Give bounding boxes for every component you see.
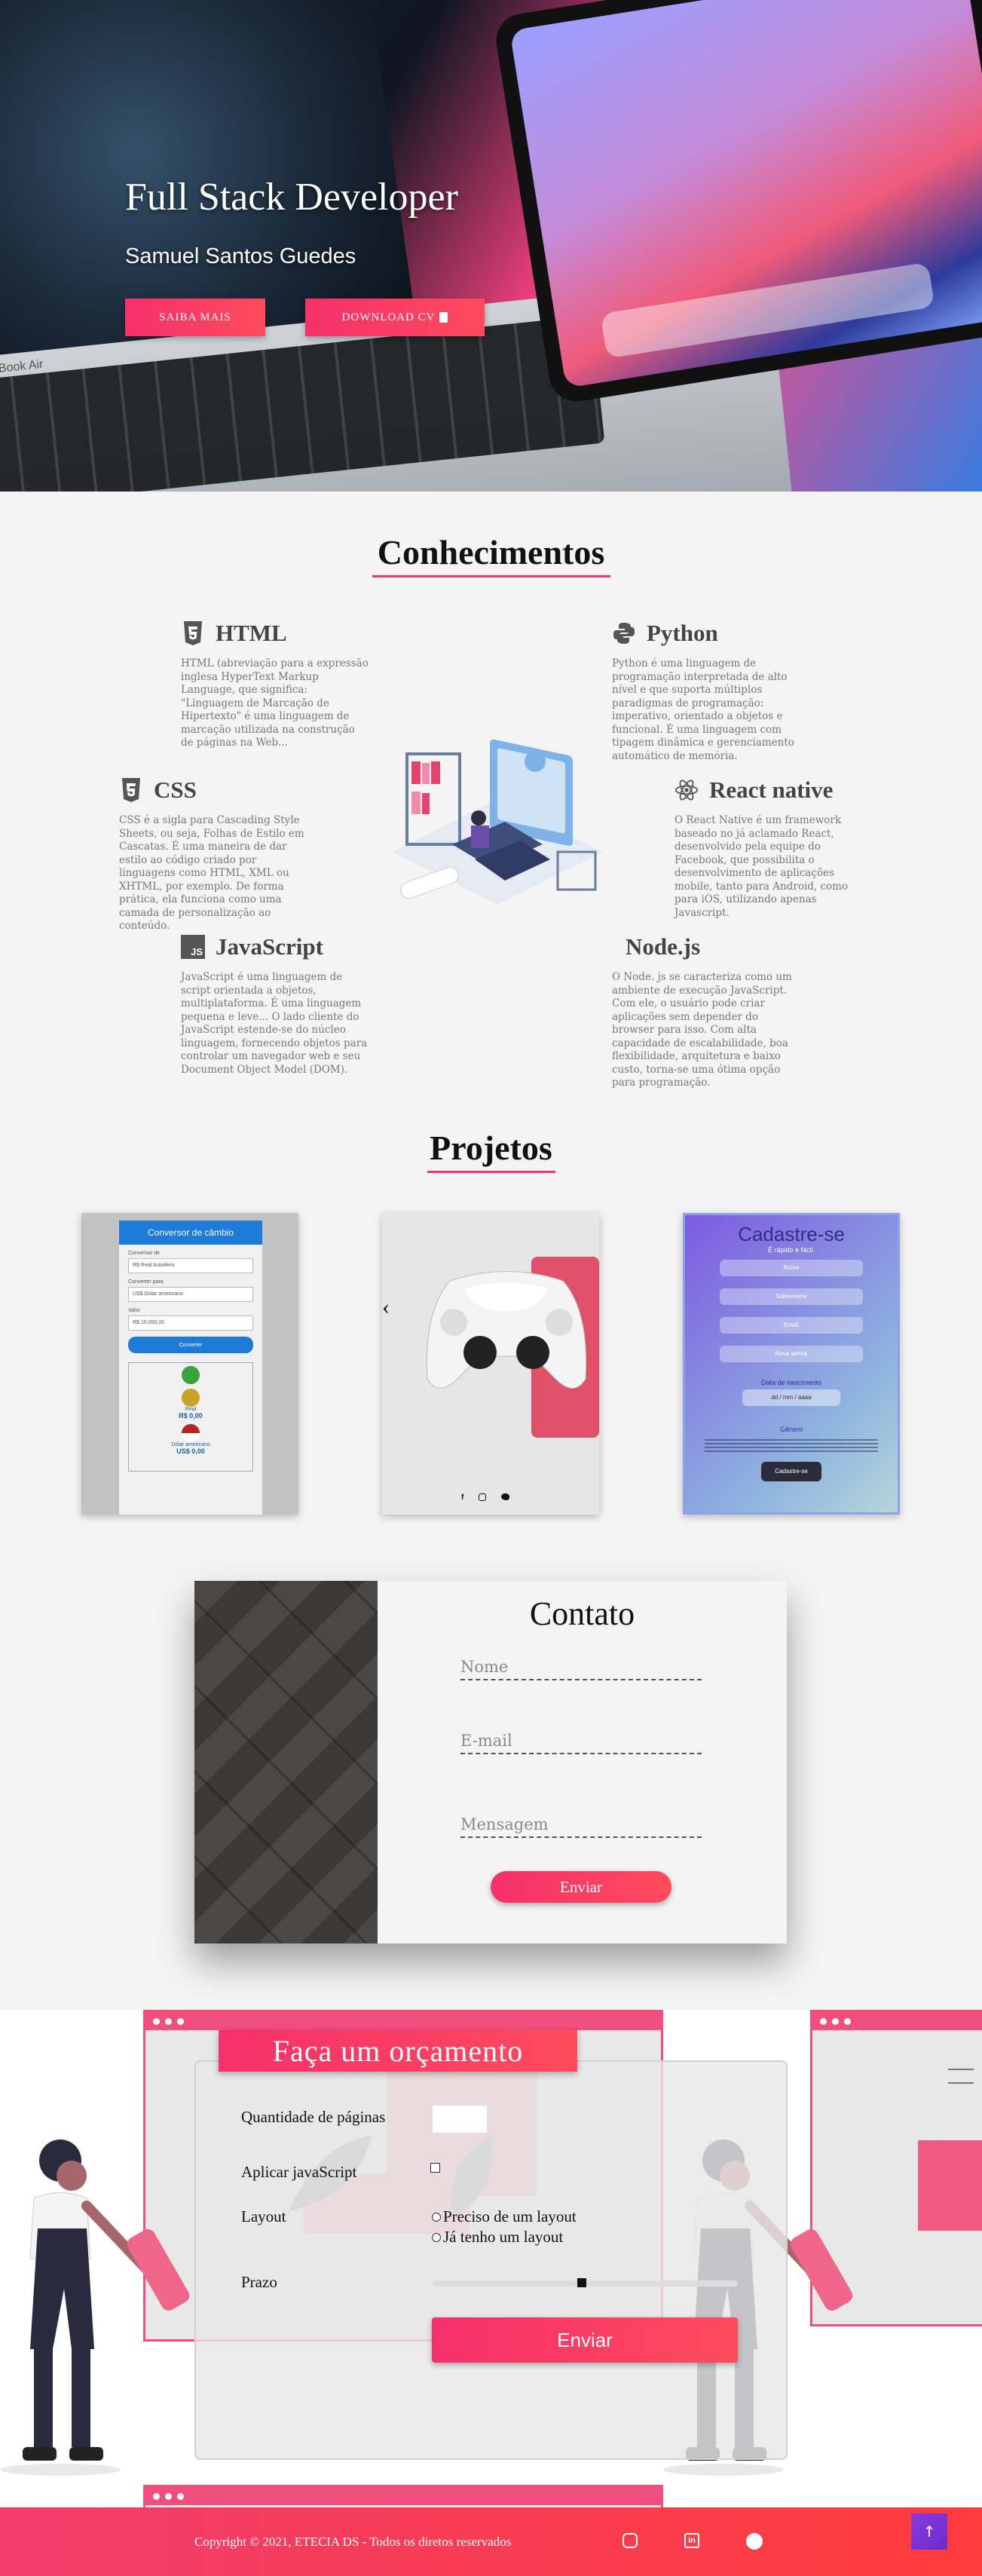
carousel-prev-icon[interactable]: ‹ [382,1294,390,1320]
woman-painting-illustration [0,2140,190,2476]
twitter-icon[interactable] [501,1493,510,1500]
css3-icon [119,778,143,802]
signup-email-input[interactable]: Email [720,1317,863,1334]
budget-send-button[interactable]: Enviar [432,2317,738,2363]
currency-from-amount: R$ 0,00 [179,1412,203,1420]
javascript-icon: JS [181,935,205,959]
signup-name-input[interactable]: Nome [720,1260,863,1276]
contact-message-textarea[interactable]: Mensagem [460,1815,702,1838]
signup-subtitle: É rápido e fácil. [767,1246,815,1254]
currency-to-amount: US$ 0,00 [176,1447,205,1455]
back-to-top-button[interactable]: ↑ [911,2513,947,2550]
signup-birth-input[interactable]: dd / mm / aaaa [742,1389,840,1406]
currency-label-to: Converter para [128,1279,164,1285]
skill-python: Python Python é uma linguagem de program… [612,620,800,763]
saiba-mais-button[interactable]: SAIBA MAIS [125,299,265,336]
skills-title: Conhecimentos [0,532,982,577]
signup-title: Cadastre-se [738,1223,845,1245]
instagram-icon[interactable] [479,1493,487,1501]
skill-nodejs-text: O Node. js se caracteriza como um ambien… [612,971,792,1089]
deadline-label: Prazo [241,2273,277,2291]
deadline-slider-thumb[interactable] [577,2278,587,2287]
facebook-icon[interactable]: f [461,1493,463,1502]
skill-javascript-text: JavaScript é uma linguagem de script ori… [181,971,368,1076]
currency-label-from: Conversor de [128,1251,161,1256]
currency-from-select[interactable]: R$ Real brasileiro [128,1258,253,1273]
game-controller-image [426,1271,587,1389]
skill-nodejs: Node.js O Node. js se caracteriza como u… [612,933,800,1090]
usa-flag-icon [182,1424,200,1442]
hero-title: Full Stack Developer [125,176,458,219]
contact-send-button[interactable]: Enviar [491,1871,671,1903]
file-icon [439,312,448,323]
currency-convert-button[interactable]: Converter [128,1337,253,1353]
layout-option-need[interactable]: Preciso de um layout [432,2207,577,2226]
react-icon [675,778,699,802]
skill-python-text: Python é uma linguagem de programação in… [612,657,794,762]
skill-react-native: React native O React Native é um framewo… [675,776,863,920]
project-card-signup[interactable]: Cadastre-se É rápido e fácil. Nome Sobre… [683,1213,900,1515]
signup-submit-button[interactable]: Cadastre-se [761,1462,821,1481]
linkedin-icon[interactable]: in [684,2533,699,2548]
envelopes-image [194,1581,378,1943]
github-icon[interactable] [746,2533,763,2550]
contact-email-input[interactable]: E-mail [460,1732,702,1754]
signup-gender-label: Gênero [779,1426,803,1433]
project-card-controller[interactable]: ‹ f [382,1213,599,1515]
layout-label: Layout [241,2207,286,2225]
tablet-image [492,0,982,406]
signup-birth-label: Data de nascimento [760,1379,822,1386]
currency-to-name: Dólar americano [171,1442,210,1447]
currency-to-select[interactable]: US$ Dólar americano [128,1287,253,1302]
hero-subtitle: Samuel Santos Guedes [125,244,356,268]
hero-section: MacBook Air Full Stack Developer Samuel … [0,0,982,492]
skill-react-text: O React Native é um framework baseado no… [675,814,849,919]
projects-title: Projetos [0,1128,982,1173]
project-card-currency[interactable]: Conversor de câmbio Conversor de R$ Real… [81,1213,298,1515]
skill-html-text: HTML (abreviação para a expressão ingles… [181,657,369,749]
deadline-slider[interactable] [432,2278,738,2287]
currency-from-name: Real [185,1407,197,1412]
download-cv-button[interactable]: DOWNLOAD CV [305,299,485,336]
layout-radio-need[interactable] [432,2212,441,2222]
contact-title: Contato [529,1595,635,1632]
javascript-label: Aplicar javaScript [241,2163,357,2181]
layout-radio-have[interactable] [432,2232,441,2242]
svg-text:JS: JS [191,946,203,957]
currency-header: Conversor de câmbio [119,1221,262,1245]
pages-label: Quantidade de páginas [241,2108,386,2126]
html5-icon [181,621,205,645]
skill-javascript: JS JavaScript JavaScript é uma linguagem… [181,933,369,1077]
python-icon [612,621,636,645]
footer-copyright: Copyright © 2021, ETECIA DS - Todos os d… [194,2535,512,2549]
signup-password-input[interactable]: Nova senha [720,1346,863,1362]
skill-css-text: CSS é a sigla para Cascading Style Sheet… [119,814,304,932]
arrow-up-icon: ↑ [922,2522,936,2541]
contact-name-input[interactable]: Nome [460,1658,702,1680]
footer: Copyright © 2021, ETECIA DS - Todos os d… [0,2507,982,2576]
budget-title: Faça um orçamento [219,2030,577,2072]
instagram-icon[interactable] [623,2533,638,2548]
pages-input[interactable] [432,2105,488,2133]
layout-option-have[interactable]: Já tenho um layout [432,2228,563,2247]
study-illustration [392,739,603,905]
coin-icon [182,1389,200,1407]
javascript-checkbox[interactable] [430,2163,440,2173]
menu-icon [948,2069,974,2084]
skill-html: HTML HTML (abreviação para a expressão i… [181,620,369,749]
currency-label-value: Valor [128,1308,140,1313]
skill-css: CSS CSS é a sigla para Cascading Style S… [119,776,307,933]
download-cv-label: DOWNLOAD CV [341,311,436,323]
signup-lastname-input[interactable]: Sobrenome [720,1288,863,1305]
signup-terms-text [705,1439,878,1453]
brazil-flag-icon [182,1366,200,1384]
currency-value-input[interactable]: R$ 10.000,00 [128,1316,253,1331]
